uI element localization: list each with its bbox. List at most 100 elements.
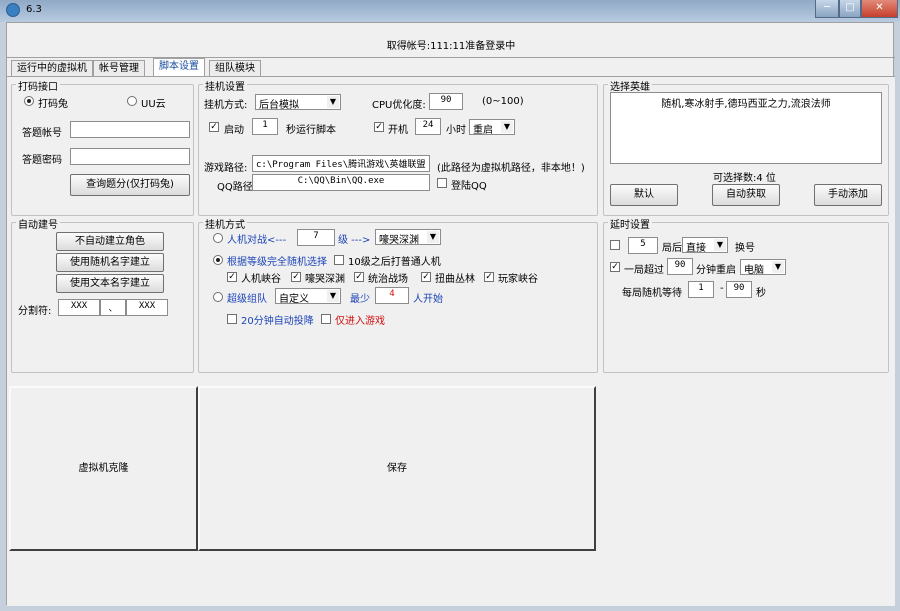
games-suffix: 换号 — [735, 243, 755, 254]
games-checkbox[interactable] — [610, 240, 620, 250]
hang-mode-title: 挂机方式 — [203, 216, 247, 231]
app-icon — [6, 3, 20, 17]
rand-unit: 秒 — [756, 288, 766, 299]
games-after-label: 局后 — [662, 243, 682, 254]
start-suffix: 秒运行脚本 — [286, 125, 336, 136]
rand-to-input[interactable]: 90 — [726, 281, 752, 298]
ai-map-select[interactable]: 嚎哭深渊 ▼ — [375, 229, 441, 246]
tab-account-management[interactable]: 帐号管理 — [93, 60, 145, 76]
boot-checkbox[interactable]: ✓ — [374, 122, 384, 132]
path-note: (此路径为虚拟机路径，非本地！) — [437, 163, 585, 174]
games-input[interactable]: 5 — [628, 237, 658, 254]
surrender-label: 20分钟自动投降 — [241, 316, 314, 327]
team-select[interactable]: 自定义 ▼ — [275, 288, 341, 305]
delay-settings-title: 延时设置 — [608, 216, 652, 231]
restart-value: 重启 — [473, 125, 493, 136]
chevron-down-icon: ▼ — [772, 261, 784, 273]
map5-checkbox[interactable]: ✓ — [484, 272, 494, 282]
team-value: 自定义 — [279, 294, 309, 305]
map3-checkbox[interactable]: ✓ — [354, 272, 364, 282]
rand-wait-label: 每局随机等待 — [622, 288, 682, 299]
over-checkbox[interactable]: ✓ — [610, 262, 620, 272]
ai-battle-radio[interactable] — [213, 233, 223, 243]
divider — [7, 57, 895, 58]
auto-fetch-button[interactable]: 自动获取 — [712, 184, 780, 206]
only-enter-checkbox[interactable] — [321, 314, 331, 324]
boot-label: 开机 — [388, 125, 408, 136]
captcha-radio-uu[interactable] — [127, 96, 137, 106]
map2-checkbox[interactable]: ✓ — [291, 272, 301, 282]
chevron-down-icon: ▼ — [327, 290, 339, 302]
auto-create-title: 自动建号 — [16, 216, 60, 231]
grade-random-radio[interactable] — [213, 255, 223, 265]
qq-login-label: 登陆QQ — [451, 181, 487, 192]
tab-team-module[interactable]: 组队模块 — [209, 60, 261, 76]
after10-checkbox[interactable] — [334, 255, 344, 265]
over-minutes-input[interactable]: 90 — [667, 258, 693, 275]
minimize-button[interactable]: ─ — [815, 0, 839, 18]
captcha-radio-dama[interactable] — [24, 96, 34, 106]
hero-list[interactable]: 随机,寒冰射手,德玛西亚之力,流浪法师 — [610, 92, 882, 164]
tab-running-vms[interactable]: 运行中的虚拟机 — [11, 60, 93, 76]
ai-level-input[interactable]: 7 — [297, 229, 335, 246]
hang-mode-group: 挂机方式 人机对战<--- 7 级 ---> 嚎哭深渊 ▼ 根据等级完全随机选择 … — [198, 216, 598, 373]
super-team-label: 超级组队 — [227, 294, 267, 305]
account-input[interactable] — [70, 121, 190, 138]
password-input[interactable] — [70, 148, 190, 165]
delay-settings-group: 延时设置 5 局后 直接 ▼ 换号 ✓ 一局超过 90 分钟重启 电脑 ▼ 每局随机… — [603, 216, 889, 373]
game-path-input[interactable]: c:\Program Files\腾讯游戏\英雄联盟 — [252, 155, 430, 172]
map2-label: 嚎哭深渊 — [305, 274, 345, 285]
grade-random-label: 根据等级完全随机选择 — [227, 257, 327, 268]
games-action-value: 直接 — [686, 243, 706, 254]
start-seconds-input[interactable]: 1 — [252, 118, 278, 135]
cpu-label: CPU优化度: — [372, 100, 426, 111]
map3-label: 统治战场 — [368, 274, 408, 285]
tab-script-settings[interactable]: 脚本设置 — [153, 58, 205, 77]
list-item[interactable]: 随机,寒冰射手,德玛西亚之力,流浪法师 — [661, 99, 831, 110]
window-title: 6.3 — [26, 4, 42, 15]
separator-right-input[interactable]: XXX — [126, 299, 168, 316]
map5-label: 玩家峡谷 — [498, 274, 538, 285]
save-button[interactable]: 保存 — [198, 386, 596, 551]
ai-battle-label: 人机对战<--- — [227, 235, 287, 246]
separator-left-input[interactable]: XXX — [58, 299, 100, 316]
maximize-button[interactable]: □ — [839, 0, 861, 18]
random-name-create-button[interactable]: 使用随机名字建立 — [56, 253, 164, 272]
min-label: 最少 — [350, 294, 370, 305]
captcha-radio-dama-label: 打码兔 — [38, 99, 68, 110]
captcha-radio-uu-label: UU云 — [141, 99, 166, 110]
over-target-select[interactable]: 电脑 ▼ — [740, 259, 786, 276]
surrender-checkbox[interactable] — [227, 314, 237, 324]
boot-unit: 小时 — [446, 125, 466, 136]
min-players-input[interactable]: 4 — [375, 287, 409, 304]
hero-select-title: 选择英雄 — [608, 78, 652, 93]
close-button[interactable]: ✕ — [861, 0, 898, 18]
map4-checkbox[interactable]: ✓ — [421, 272, 431, 282]
vm-clone-button[interactable]: 虚拟机克隆 — [9, 386, 198, 551]
start-checkbox[interactable]: ✓ — [209, 122, 219, 132]
map1-checkbox[interactable]: ✓ — [227, 272, 237, 282]
hang-mode-select[interactable]: 后台模拟 ▼ — [255, 94, 341, 111]
qq-path-input[interactable]: C:\QQ\Bin\QQ.exe — [252, 174, 430, 191]
ai-map-value: 嚎哭深渊 — [379, 235, 419, 246]
over-unit: 分钟重启 — [696, 265, 736, 276]
cpu-input[interactable]: 90 — [429, 93, 463, 110]
start-label: 启动 — [224, 125, 244, 136]
hang-settings-group: 挂机设置 挂机方式: 后台模拟 ▼ CPU优化度: 90 (0~100) ✓ 启动… — [198, 78, 598, 216]
text-name-create-button[interactable]: 使用文本名字建立 — [56, 274, 164, 293]
hero-count: 可选择数:4 位 — [713, 173, 776, 184]
separator-mid-input[interactable]: 、 — [100, 299, 126, 316]
query-score-button[interactable]: 查询题分(仅打码兔) — [70, 174, 190, 196]
over-target-value: 电脑 — [744, 265, 764, 276]
manual-add-button[interactable]: 手动添加 — [814, 184, 882, 206]
games-action-select[interactable]: 直接 ▼ — [682, 237, 728, 254]
qq-login-checkbox[interactable] — [437, 178, 447, 188]
no-auto-create-button[interactable]: 不自动建立角色 — [56, 232, 164, 251]
restart-select[interactable]: 重启 ▼ — [469, 119, 515, 136]
default-button[interactable]: 默认 — [610, 184, 678, 206]
super-team-radio[interactable] — [213, 292, 223, 302]
map4-label: 扭曲丛林 — [435, 274, 475, 285]
rand-from-input[interactable]: 1 — [688, 281, 714, 298]
chevron-down-icon: ▼ — [714, 239, 726, 251]
boot-hours-input[interactable]: 24 — [415, 118, 441, 135]
